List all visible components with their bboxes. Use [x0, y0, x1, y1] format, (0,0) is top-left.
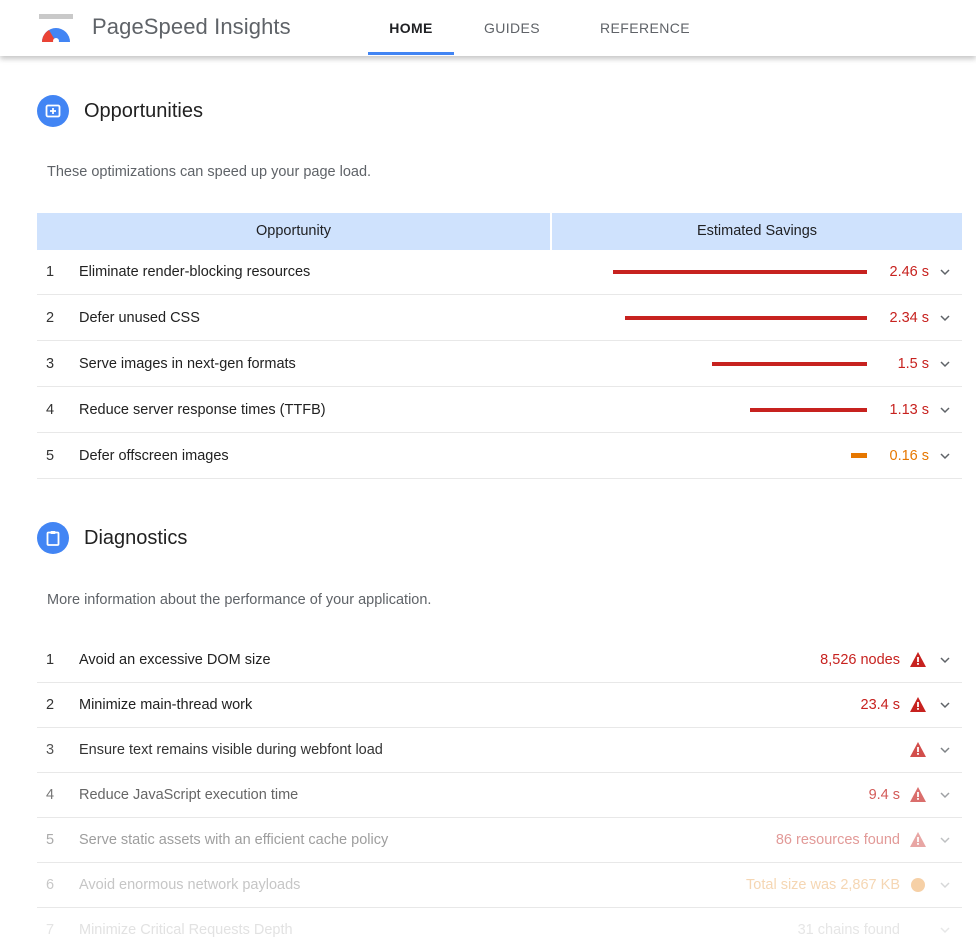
chevron-down-icon[interactable] — [939, 834, 951, 846]
chevron-down-icon[interactable] — [939, 404, 951, 416]
diagnostic-row[interactable]: 2 Minimize main-thread work 23.4 s — [37, 683, 962, 728]
warning-triangle-icon — [910, 787, 926, 802]
warning-triangle-icon — [910, 652, 926, 667]
opportunity-label[interactable]: Eliminate render-blocking resources — [79, 250, 310, 295]
pagespeed-logo-icon[interactable] — [39, 14, 73, 44]
diagnostics-description: More information about the performance o… — [47, 592, 432, 608]
opportunities-icon — [37, 95, 69, 127]
opportunity-row[interactable]: 5 Defer offscreen images 0.16 s — [37, 434, 962, 479]
diagnostic-label[interactable]: Minimize main-thread work — [79, 683, 252, 728]
row-number: 4 — [46, 402, 55, 418]
diagnostic-row[interactable]: 5 Serve static assets with an efficient … — [37, 818, 962, 863]
diagnostic-value: Total size was 2,867 KB — [746, 877, 900, 893]
diagnostic-label[interactable]: Ensure text remains visible during webfo… — [79, 728, 383, 773]
savings-value: 2.46 s — [889, 264, 930, 280]
warning-triangle-icon — [910, 742, 926, 757]
opportunities-title: Opportunities — [84, 100, 203, 122]
savings-value: 2.34 s — [889, 310, 930, 326]
diagnostic-label[interactable]: Minimize Critical Requests Depth — [79, 908, 293, 940]
opportunity-label[interactable]: Reduce server response times (TTFB) — [79, 388, 326, 433]
savings-bar — [851, 453, 867, 458]
chevron-down-icon[interactable] — [939, 699, 951, 711]
row-number: 5 — [46, 832, 55, 848]
column-header-estimated-savings: Estimated Savings — [696, 223, 818, 239]
row-number: 1 — [46, 652, 55, 668]
column-header-opportunity: Opportunity — [256, 223, 331, 239]
chevron-down-icon[interactable] — [939, 358, 951, 370]
opportunity-row[interactable]: 1 Eliminate render-blocking resources 2.… — [37, 250, 962, 295]
diagnostic-row[interactable]: 6 Avoid enormous network payloads Total … — [37, 863, 962, 908]
chevron-down-icon[interactable] — [939, 312, 951, 324]
opportunities-table-header: Opportunity Estimated Savings — [37, 213, 962, 250]
opportunity-label[interactable]: Serve images in next-gen formats — [79, 342, 296, 387]
brand-title[interactable]: PageSpeed Insights — [92, 14, 291, 40]
tab-guides[interactable]: GUIDES — [470, 0, 554, 56]
savings-bar — [750, 408, 867, 412]
opportunity-label[interactable]: Defer unused CSS — [79, 296, 200, 341]
chevron-down-icon[interactable] — [939, 266, 951, 278]
diagnostic-row[interactable]: 4 Reduce JavaScript execution time 9.4 s — [37, 773, 962, 818]
chevron-down-icon[interactable] — [939, 789, 951, 801]
diagnostics-icon — [37, 522, 69, 554]
chevron-down-icon[interactable] — [939, 744, 951, 756]
chevron-down-icon[interactable] — [939, 879, 951, 891]
opportunity-label[interactable]: Defer offscreen images — [79, 434, 229, 479]
diagnostic-label[interactable]: Avoid enormous network payloads — [79, 863, 300, 908]
opportunity-row[interactable]: 3 Serve images in next-gen formats 1.5 s — [37, 342, 962, 387]
chevron-down-icon[interactable] — [939, 654, 951, 666]
opportunity-row[interactable]: 2 Defer unused CSS 2.34 s — [37, 296, 962, 341]
top-navigation-bar: PageSpeed Insights HOME GUIDES REFERENCE — [0, 0, 976, 56]
savings-value: 0.16 s — [889, 448, 930, 464]
diagnostic-value: 8,526 nodes — [820, 652, 900, 668]
tab-reference[interactable]: REFERENCE — [584, 0, 706, 56]
row-number: 5 — [46, 448, 55, 464]
row-number: 2 — [46, 697, 55, 713]
row-number: 7 — [46, 922, 55, 938]
savings-value: 1.13 s — [889, 402, 930, 418]
savings-bar — [613, 270, 867, 274]
warning-triangle-icon — [910, 697, 926, 712]
diagnostic-row[interactable]: 3 Ensure text remains visible during web… — [37, 728, 962, 773]
warning-triangle-icon — [910, 832, 926, 847]
chevron-down-icon[interactable] — [939, 450, 951, 462]
chevron-down-icon[interactable] — [939, 924, 951, 936]
savings-bar — [625, 316, 867, 320]
row-number: 2 — [46, 310, 55, 326]
row-number: 4 — [46, 787, 55, 803]
diagnostic-value: 23.4 s — [860, 697, 901, 713]
opportunities-description: These optimizations can speed up your pa… — [47, 164, 372, 180]
row-number: 1 — [46, 264, 55, 280]
savings-bar — [712, 362, 867, 366]
info-circle-icon — [911, 878, 925, 892]
row-number: 6 — [46, 877, 55, 893]
diagnostic-label[interactable]: Reduce JavaScript execution time — [79, 773, 298, 818]
opportunity-row[interactable]: 4 Reduce server response times (TTFB) 1.… — [37, 388, 962, 433]
diagnostic-label[interactable]: Serve static assets with an efficient ca… — [79, 818, 388, 863]
savings-value: 1.5 s — [897, 356, 929, 372]
diagnostics-title: Diagnostics — [84, 527, 188, 549]
diagnostic-value: 9.4 s — [868, 787, 900, 803]
tab-home[interactable]: HOME — [368, 0, 454, 56]
diagnostic-value: 86 resources found — [775, 832, 900, 848]
diagnostic-row[interactable]: 1 Avoid an excessive DOM size 8,526 node… — [37, 638, 962, 683]
diagnostic-value: 31 chains found — [797, 922, 900, 938]
row-number: 3 — [46, 356, 55, 372]
row-number: 3 — [46, 742, 55, 758]
diagnostic-label[interactable]: Avoid an excessive DOM size — [79, 638, 271, 683]
diagnostic-row[interactable]: 7 Minimize Critical Requests Depth 31 ch… — [37, 908, 962, 940]
